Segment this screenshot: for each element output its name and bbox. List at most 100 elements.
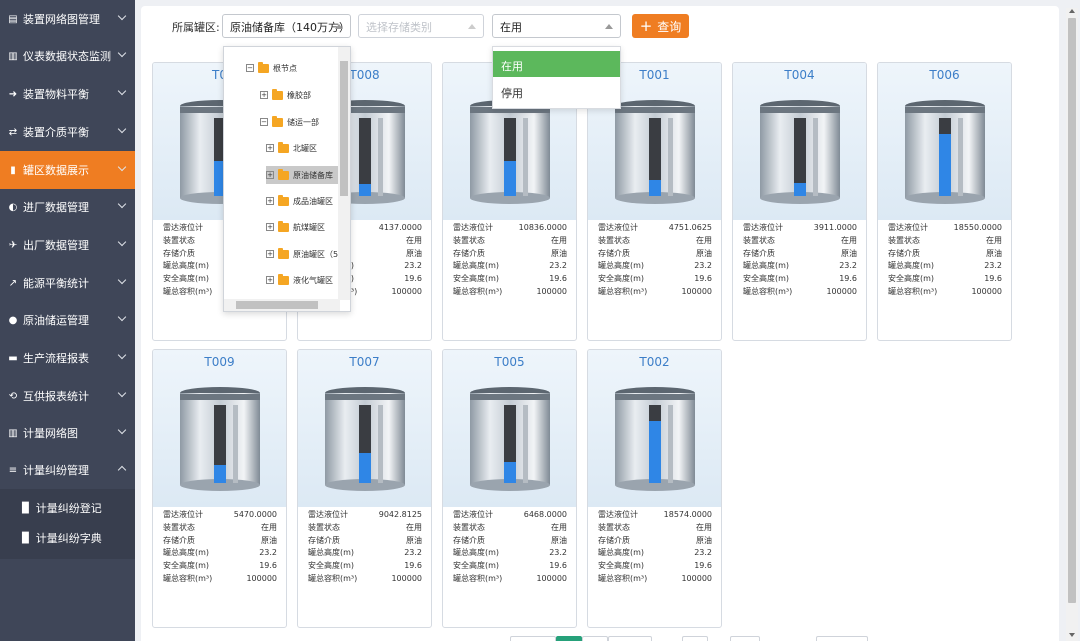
tree-node[interactable]: + 橡胶部 [260,86,311,104]
sidebar-item[interactable]: ▤ 装置网络图管理 [0,0,135,38]
expand-icon[interactable]: + [266,144,274,152]
status-select[interactable]: 在用 [492,14,621,38]
area-tree-dropdown[interactable]: − 根节点 + 橡胶部 − 储运一部 + 北罐区 + 原油储备库 + 成品油罐区 + 航煤罐区 + 原油罐区（… [223,46,351,312]
query-button[interactable]: + 查询 [632,14,689,38]
tree-node[interactable]: − 储运一部 [260,113,319,131]
tree-node-label: 航煤罐区 [293,222,325,232]
ladder [523,118,528,196]
tank-illustration [760,100,840,204]
sidebar-item[interactable]: ↗ 能源平衡统计 [0,264,135,302]
chevron-down-icon [117,275,127,285]
sidebar-item[interactable]: ▥ 计量网络图 [0,414,135,452]
page-button[interactable] [608,636,652,641]
scroll-thumb[interactable] [340,61,348,196]
sidebar-item[interactable]: ▬ 生产流程报表 [0,339,135,377]
info-value: 在用 [551,235,567,245]
scroll-down-icon[interactable] [1069,633,1075,637]
exchange-icon: ⇄ [8,126,18,138]
status-option[interactable]: 在用 [493,51,620,77]
submenu-item[interactable]: ▉ 计量纠纷字典 [0,523,135,553]
info-row: 罐总容积(m³) 100000 [453,286,567,299]
sidebar-item[interactable]: ➜ 装置物料平衡 [0,75,135,113]
area-select[interactable]: 原油储备库（140万方） [222,14,351,38]
info-label: 罐总高度(m) [163,548,210,558]
bar-chart-icon: ▥ [8,50,18,62]
submenu-item-label: 计量纠纷字典 [35,532,102,545]
expand-icon[interactable]: + [266,250,274,258]
category-select[interactable]: 选择存储类别 [358,14,484,38]
sidebar-item[interactable]: ◐ 进厂数据管理 [0,188,135,226]
tank-name: T005 [494,355,525,369]
expand-icon[interactable]: + [266,171,274,179]
info-label: 雷达液位计 [598,223,638,232]
info-label: 存储介质 [308,535,340,545]
info-row: 雷达液位计 10836.0000 [453,222,567,235]
scroll-thumb[interactable] [1068,18,1076,603]
page-button[interactable] [730,636,760,641]
info-row: 装置状态 在用 [743,235,857,248]
expand-icon[interactable]: + [266,276,274,284]
collapse-icon[interactable]: − [246,64,254,72]
sidebar-item[interactable]: ⇄ 装置介质平衡 [0,113,135,151]
ladder [523,405,528,483]
info-row: 装置状态 在用 [888,235,1002,248]
page-button[interactable] [510,636,556,641]
tank-card[interactable]: T007 雷达液位计 9042.8125 装置状态 在用 存储介质 原油 罐总高度(m) 23.… [297,349,432,628]
status-option[interactable]: 停用 [493,78,620,104]
info-row: 罐总容积(m³) 100000 [743,286,857,299]
tree-node[interactable]: + 原油储备库 [266,166,338,184]
tree-node[interactable]: + 原油罐区（5 [266,245,338,263]
info-label: 存储介质 [163,535,195,545]
tree-vertical-scrollbar[interactable] [338,47,350,300]
tree-node[interactable]: + 液化气罐区 [266,271,333,289]
submenu-item[interactable]: ▉ 计量纠纷登记 [0,493,135,523]
page-button[interactable] [816,636,868,641]
app-window: ▤ 装置网络图管理 ▥ 仪表数据状态监测 ➜ 装置物料平衡 ⇄ 装置介质平衡 ▮ 罐区数据展示 ◐ 进… [0,0,1080,641]
tank-card[interactable]: T006 雷达液位计 18550.0000 装置状态 在用 存储介质 原油 罐总高度(m) 23… [877,62,1012,341]
info-value: 23.2 [694,548,712,558]
sidebar-item[interactable]: ▮ 罐区数据展示 [0,151,135,189]
page-scrollbar[interactable] [1066,8,1078,641]
tree-node[interactable]: + 航煤罐区 [266,218,325,236]
tree-horizontal-scrollbar[interactable] [224,299,340,311]
tree-node[interactable]: − 根节点 [246,59,297,77]
page-button-current[interactable] [556,636,582,641]
collapse-icon[interactable]: − [260,118,268,126]
scroll-thumb[interactable] [236,301,318,309]
sidebar-item[interactable]: ● 原油储运管理 [0,301,135,339]
tank-card[interactable]: T002 雷达液位计 18574.0000 装置状态 在用 存储介质 原油 罐总高度(m) 23… [587,349,722,628]
liquid-level [649,421,661,483]
tank-card[interactable]: T005 雷达液位计 6468.0000 装置状态 在用 存储介质 原油 罐总高度(m) 23.… [442,349,577,628]
tree-node[interactable]: + 北罐区 [266,139,317,157]
info-label: 罐总高度(m) [453,261,500,271]
sidebar-item[interactable]: ≡ 计量纠纷管理 [0,451,135,489]
expand-icon[interactable]: + [266,197,274,205]
info-row: 罐总容积(m³) 100000 [598,286,712,299]
tank-rail [615,394,695,400]
info-label: 罐总高度(m) [163,261,210,271]
tank-card[interactable]: T004 雷达液位计 3911.0000 装置状态 在用 存储介质 原油 罐总高度(m) 23.… [732,62,867,341]
page-button[interactable] [682,636,708,641]
tree-node[interactable]: + 成品油罐区 [266,192,333,210]
sidebar-item[interactable]: ⟲ 互供报表统计 [0,377,135,415]
expand-icon[interactable]: + [266,223,274,231]
info-value: 原油 [986,248,1002,258]
expand-icon[interactable]: + [260,91,268,99]
sidebar-item[interactable]: ▥ 仪表数据状态监测 [0,37,135,75]
info-label: 罐总容积(m³) [453,286,503,296]
info-value: 9042.8125 [378,510,422,519]
info-label: 存储介质 [598,535,630,545]
tank-card[interactable]: T009 雷达液位计 5470.0000 装置状态 在用 存储介质 原油 罐总高度(m) 23.… [152,349,287,628]
chevron-down-icon [117,86,127,96]
sidebar-item[interactable]: ✈ 出厂数据管理 [0,226,135,264]
page-button[interactable] [582,636,608,641]
tree-node-label: 原油储备库 [293,170,333,180]
folder-icon [278,273,289,285]
chevron-down-icon [117,425,127,435]
info-row: 装置状态 在用 [598,522,712,535]
info-value: 原油 [696,248,712,258]
info-value: 23.2 [984,261,1002,271]
tank-illustration [470,387,550,491]
status-dropdown[interactable]: 在用 停用 [492,46,621,109]
scroll-up-icon[interactable] [1069,9,1075,13]
